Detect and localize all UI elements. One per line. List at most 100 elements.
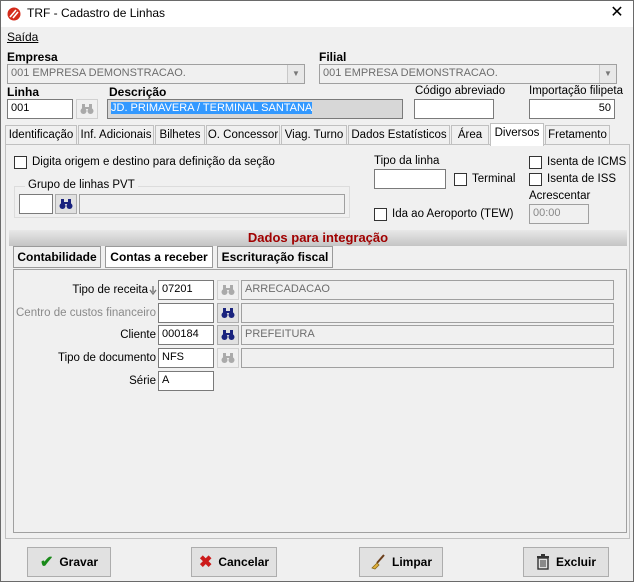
empresa-combo[interactable]: 001 EMPRESA DEMONSTRACAO.: [7, 64, 305, 84]
importacao-filipeta-label: Importação filipeta: [529, 85, 623, 97]
cliente-code-value: 000184: [162, 328, 199, 340]
menu-saida[interactable]: Saída: [7, 30, 38, 44]
tipo-documento-search-button[interactable]: [217, 348, 239, 368]
tipo-documento-desc-input[interactable]: [241, 348, 614, 368]
isenta-icms-label: Isenta de ICMS: [547, 156, 627, 168]
tipo-receita-search-button[interactable]: [217, 280, 239, 300]
grupo-pvt-search-button[interactable]: [55, 194, 77, 214]
tipo-documento-code-input[interactable]: NFS: [158, 348, 214, 368]
filial-label: Filial: [319, 50, 347, 64]
binoculars-icon: [221, 285, 235, 295]
linha-value: 001: [11, 102, 30, 114]
tab-bilhetes[interactable]: Bilhetes: [155, 125, 205, 145]
cancel-x-icon: ✖: [198, 554, 213, 571]
empresa-value: 001 EMPRESA DEMONSTRACAO.: [11, 67, 186, 79]
linha-input[interactable]: 001: [7, 99, 73, 119]
centro-custos-desc-input[interactable]: [241, 303, 614, 323]
checkmark-icon: ✔: [39, 554, 54, 571]
limpar-label: Limpar: [391, 555, 432, 569]
cliente-search-button[interactable]: [217, 325, 239, 345]
descricao-value: JD. PRIMAVERA / TERMINAL SANTANA: [111, 102, 313, 114]
tab-diversos[interactable]: Diversos: [490, 123, 544, 146]
close-button[interactable]: ✕: [607, 3, 627, 23]
tipo-linha-input[interactable]: [374, 169, 446, 189]
tipo-receita-desc-value: ARRECADACAO: [245, 283, 330, 295]
empresa-label: Empresa: [7, 50, 58, 64]
tab-area[interactable]: Área: [451, 125, 489, 145]
grupo-pvt-desc-input[interactable]: [79, 194, 345, 214]
binoculars-icon: [221, 353, 235, 363]
filial-dropdown-icon[interactable]: ▼: [599, 65, 616, 83]
isenta-iss-checkbox[interactable]: [529, 173, 542, 186]
tipo-receita-code-value: 07201: [162, 283, 193, 295]
trash-icon: [536, 554, 549, 570]
tipo-linha-label: Tipo da linha: [374, 155, 440, 167]
subtab-escrituracao-fiscal[interactable]: Escrituração fiscal: [217, 246, 333, 268]
codigo-abreviado-input[interactable]: [414, 99, 494, 119]
binoculars-icon: [221, 308, 235, 318]
cliente-code-input[interactable]: 000184: [158, 325, 214, 345]
centro-custos-label: Centro de custos financeiro: [16, 307, 156, 319]
menu-bar: Saída: [1, 27, 633, 47]
codigo-abreviado-label: Código abreviado: [415, 85, 506, 97]
grupo-pvt-code-input[interactable]: [19, 194, 53, 214]
gravar-button[interactable]: ✔ Gravar: [27, 547, 111, 577]
binoculars-icon: [80, 104, 94, 114]
title-bar: TRF - Cadastro de Linhas ✕: [1, 1, 633, 27]
tipo-receita-desc-input[interactable]: ARRECADACAO: [241, 280, 614, 300]
excluir-button[interactable]: Excluir: [523, 547, 609, 577]
importacao-filipeta-value: 50: [598, 102, 611, 114]
serie-input[interactable]: A: [158, 371, 214, 391]
grupo-pvt-label: Grupo de linhas PVT: [25, 179, 138, 191]
tipo-documento-label: Tipo de documento: [57, 352, 156, 364]
tab-o-concessor[interactable]: O. Concessor: [206, 125, 280, 145]
terminal-label: Terminal: [472, 173, 516, 185]
serie-value: A: [162, 374, 170, 386]
linha-label: Linha: [7, 85, 39, 99]
cliente-desc-value: PREFEITURA: [245, 328, 315, 340]
window-title: TRF - Cadastro de Linhas: [27, 6, 166, 20]
tab-dados-estatisticos[interactable]: Dados Estatísticos: [348, 125, 450, 145]
excluir-label: Excluir: [555, 555, 597, 569]
subtab-contabilidade[interactable]: Contabilidade: [13, 246, 101, 268]
tab-identificacao[interactable]: Identificação: [5, 125, 77, 145]
cliente-desc-input[interactable]: PREFEITURA: [241, 325, 614, 345]
linha-search-button[interactable]: [76, 99, 98, 119]
empresa-dropdown-icon[interactable]: ▼: [287, 65, 304, 83]
serie-label: Série: [129, 375, 156, 387]
tipo-documento-code-value: NFS: [162, 351, 184, 363]
importacao-filipeta-input[interactable]: 50: [529, 99, 615, 119]
integracao-header: Dados para integração: [9, 230, 627, 246]
tipo-receita-code-input[interactable]: 07201: [158, 280, 214, 300]
centro-custos-search-button[interactable]: [217, 303, 239, 323]
required-arrow-icon: [149, 286, 157, 296]
acrescentar-label: Acrescentar: [529, 190, 591, 202]
filial-combo[interactable]: 001 EMPRESA DEMONSTRACAO.: [319, 64, 617, 84]
isenta-icms-checkbox[interactable]: [529, 156, 542, 169]
filial-value: 001 EMPRESA DEMONSTRACAO.: [323, 67, 498, 79]
descricao-input[interactable]: JD. PRIMAVERA / TERMINAL SANTANA: [107, 99, 403, 119]
terminal-checkbox[interactable]: [454, 173, 467, 186]
descricao-label: Descrição: [109, 85, 167, 99]
digita-origem-label: Digita origem e destino para definição d…: [32, 156, 275, 168]
cancelar-label: Cancelar: [218, 555, 270, 569]
centro-custos-code-input[interactable]: [158, 303, 214, 323]
ida-aeroporto-label: Ida ao Aeroporto (TEW): [392, 208, 514, 220]
tab-fretamento[interactable]: Fretamento: [545, 125, 610, 145]
app-logo-icon: [7, 7, 21, 21]
broom-icon: [371, 554, 385, 570]
tab-inf-adicionais[interactable]: Inf. Adicionais: [78, 125, 154, 145]
main-window: TRF - Cadastro de Linhas ✕ Saída Empresa…: [0, 0, 634, 582]
subtab-contas-a-receber[interactable]: Contas a receber: [105, 246, 213, 268]
digita-origem-checkbox[interactable]: [14, 156, 27, 169]
acrescentar-value: 00:00: [533, 207, 561, 219]
ida-aeroporto-checkbox[interactable]: [374, 208, 387, 221]
tipo-receita-label: Tipo de receita: [72, 284, 148, 296]
binoculars-icon: [59, 199, 73, 209]
tab-viag-turno[interactable]: Viag. Turno: [281, 125, 347, 145]
acrescentar-input[interactable]: 00:00: [529, 204, 589, 224]
cliente-label: Cliente: [120, 329, 156, 341]
limpar-button[interactable]: Limpar: [359, 547, 443, 577]
isenta-iss-label: Isenta de ISS: [547, 173, 617, 185]
cancelar-button[interactable]: ✖ Cancelar: [191, 547, 277, 577]
